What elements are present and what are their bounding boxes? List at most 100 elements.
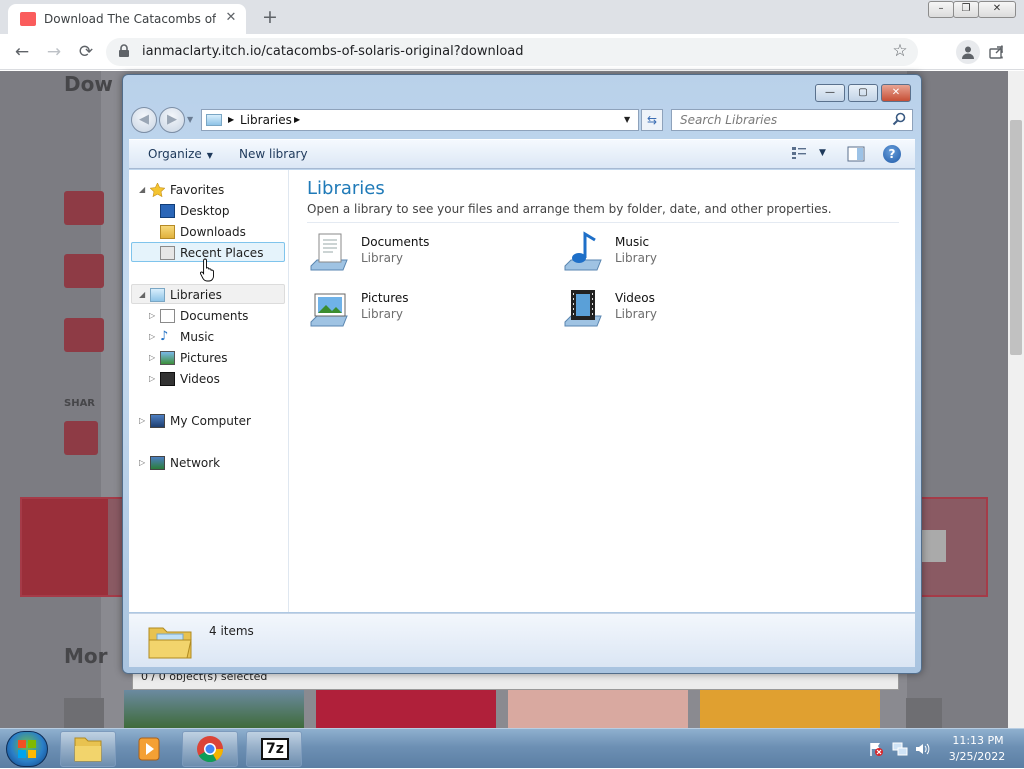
- music-library-icon: [561, 230, 607, 276]
- nav-downloads[interactable]: Downloads: [129, 222, 287, 242]
- nav-pictures[interactable]: ▷ Pictures: [129, 348, 287, 368]
- window-minimize-button[interactable]: –: [928, 1, 954, 18]
- nav-favorites[interactable]: ◢ Favorites: [129, 180, 287, 200]
- preview-pane-icon[interactable]: [847, 146, 865, 162]
- game-thumbnail[interactable]: [64, 698, 104, 728]
- downloads-folder-icon: [160, 225, 175, 239]
- collapsed-arrow-icon[interactable]: ▷: [149, 348, 155, 368]
- network-tray-icon[interactable]: [892, 741, 908, 757]
- clock-date[interactable]: 3/25/2022: [944, 750, 1010, 763]
- library-videos[interactable]: Videos Library: [561, 286, 801, 338]
- nav-music[interactable]: ▷ ♪ Music: [129, 327, 287, 347]
- search-input[interactable]: Search Libraries: [671, 109, 913, 131]
- itch-favicon-icon: [20, 12, 36, 26]
- breadcrumb-arrow-icon[interactable]: ▶: [294, 110, 300, 130]
- video-play-button[interactable]: [22, 499, 108, 595]
- library-type: Library: [361, 307, 403, 321]
- window-restore-button[interactable]: ❐: [953, 1, 979, 18]
- explorer-maximize-button[interactable]: ▢: [848, 84, 878, 102]
- organize-button[interactable]: Organize ▼: [148, 147, 213, 161]
- bookmark-star-icon[interactable]: ☆: [888, 39, 912, 63]
- computer-icon: [150, 414, 165, 428]
- address-bar[interactable]: ianmaclarty.itch.io/catacombs-of-solaris…: [106, 38, 1003, 66]
- content-title: Libraries: [307, 178, 385, 199]
- nav-videos[interactable]: ▷ Videos: [129, 369, 287, 389]
- nav-network[interactable]: ▷ Network: [129, 453, 287, 473]
- taskbar-7zip-button[interactable]: 7z: [246, 731, 302, 767]
- explorer-close-button[interactable]: ✕: [881, 84, 911, 102]
- tab-close-icon[interactable]: ✕: [222, 9, 240, 27]
- volume-icon[interactable]: [914, 741, 930, 757]
- search-icon[interactable]: [892, 112, 908, 128]
- reload-button[interactable]: ⟳: [74, 40, 98, 64]
- nav-label: Libraries: [170, 288, 222, 302]
- library-pictures[interactable]: Pictures Library: [307, 286, 547, 338]
- more-heading: Mor: [64, 644, 108, 668]
- start-button[interactable]: [6, 731, 48, 767]
- nav-label: Desktop: [180, 204, 230, 218]
- content-description: Open a library to see your files and arr…: [307, 202, 832, 216]
- breadcrumb-arrow-icon[interactable]: ▶: [228, 110, 234, 130]
- back-arrow-icon[interactable]: ◀: [131, 107, 157, 133]
- expanded-arrow-icon[interactable]: ◢: [139, 285, 145, 305]
- breadcrumb-libraries[interactable]: Libraries: [240, 110, 292, 130]
- documents-icon: [160, 309, 175, 323]
- library-name: Documents: [361, 235, 430, 249]
- taskbar-explorer-button[interactable]: [60, 731, 116, 767]
- tab-title: Download The Catacombs of Solaris: [44, 12, 216, 26]
- hand-cursor-icon: [199, 258, 216, 282]
- help-icon[interactable]: ?: [883, 145, 901, 163]
- explorer-address-bar[interactable]: ▶ Libraries ▶ ▼: [201, 109, 639, 131]
- game-thumbnail[interactable]: [124, 690, 304, 728]
- scrollbar-thumb[interactable]: [1010, 120, 1022, 355]
- view-options-icon[interactable]: [791, 146, 807, 162]
- recent-pages-chevron-icon[interactable]: ▼: [187, 115, 193, 124]
- library-music[interactable]: Music Library: [561, 230, 801, 282]
- game-thumbnail[interactable]: [700, 690, 880, 728]
- game-thumbnail[interactable]: [508, 690, 688, 728]
- library-type: Library: [615, 307, 657, 321]
- nav-libraries[interactable]: ◢ Libraries: [129, 285, 287, 305]
- view-dropdown-icon[interactable]: ▼: [819, 148, 826, 158]
- collapsed-arrow-icon[interactable]: ▷: [149, 369, 155, 389]
- collapsed-arrow-icon[interactable]: ▷: [139, 453, 145, 473]
- game-thumbnail[interactable]: [906, 698, 942, 728]
- profile-avatar-icon[interactable]: [956, 40, 980, 64]
- refresh-button[interactable]: ⇆: [641, 109, 663, 131]
- download-button-2[interactable]: [64, 254, 104, 288]
- share-plus-button[interactable]: [64, 421, 98, 455]
- nav-documents[interactable]: ▷ Documents: [129, 306, 287, 326]
- content-pane: Libraries Open a library to see your fil…: [307, 170, 915, 612]
- collapsed-arrow-icon[interactable]: ▷: [149, 327, 155, 347]
- music-note-icon: ♪: [160, 329, 169, 344]
- folder-icon: [74, 737, 102, 762]
- new-tab-button[interactable]: +: [258, 6, 282, 28]
- browser-tab-strip: Download The Catacombs of Solaris ✕ + – …: [0, 0, 1024, 34]
- new-library-button[interactable]: New library: [239, 147, 308, 161]
- chrome-icon: [197, 736, 224, 763]
- system-tray: 11:13 PM 3/25/2022: [860, 729, 1024, 769]
- window-close-button[interactable]: ✕: [978, 1, 1016, 18]
- address-dropdown-icon[interactable]: ▼: [624, 110, 630, 130]
- library-documents[interactable]: Documents Library: [307, 230, 547, 282]
- browser-tab[interactable]: Download The Catacombs of Solaris ✕: [8, 4, 246, 34]
- expanded-arrow-icon[interactable]: ◢: [139, 180, 145, 200]
- videos-library-icon: [561, 286, 607, 332]
- nav-desktop[interactable]: Desktop: [129, 201, 287, 221]
- collapsed-arrow-icon[interactable]: ▷: [149, 306, 155, 326]
- back-button[interactable]: ←: [10, 40, 34, 64]
- forward-arrow-icon[interactable]: ▶: [159, 107, 185, 133]
- action-center-flag-icon[interactable]: [868, 741, 884, 757]
- download-button-1[interactable]: [64, 191, 104, 225]
- taskbar-chrome-button[interactable]: [182, 731, 238, 767]
- browser-menu-button[interactable]: ⋮: [992, 40, 1012, 64]
- explorer-minimize-button[interactable]: —: [815, 84, 845, 102]
- collapsed-arrow-icon[interactable]: ▷: [139, 411, 145, 431]
- game-thumbnail[interactable]: [316, 690, 496, 728]
- taskbar-media-player-button[interactable]: [122, 731, 178, 767]
- divider: [307, 222, 899, 223]
- clock-time[interactable]: 11:13 PM: [948, 734, 1008, 747]
- nav-my-computer[interactable]: ▷ My Computer: [129, 411, 287, 431]
- forward-button[interactable]: →: [42, 40, 66, 64]
- download-button-3[interactable]: [64, 318, 104, 352]
